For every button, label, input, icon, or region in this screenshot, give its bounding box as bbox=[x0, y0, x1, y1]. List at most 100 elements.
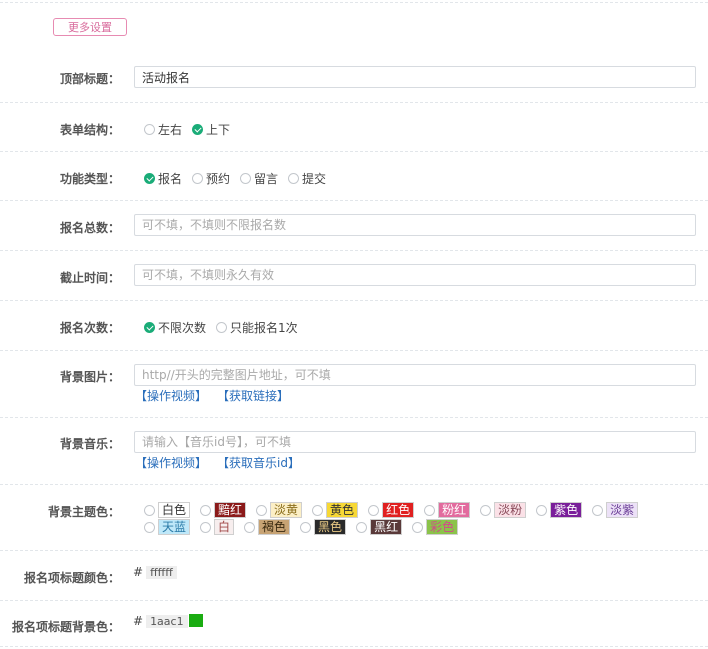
bg-image-video-link[interactable]: 【操作视频】 bbox=[135, 389, 207, 403]
theme-color-chip: 黑色 bbox=[314, 519, 347, 535]
theme-color-chip: 天蓝 bbox=[158, 519, 191, 535]
radio-unchecked-icon bbox=[200, 521, 212, 533]
theme-color-chip: 黄色 bbox=[326, 502, 359, 518]
bg-music-links: 【操作视频】 【获取音乐id】 bbox=[135, 454, 316, 471]
radio-unchecked-icon bbox=[192, 173, 204, 184]
title-color-swatch[interactable] bbox=[177, 565, 192, 578]
theme-color-option[interactable]: 黄色 bbox=[312, 502, 359, 518]
radio-unchecked-icon bbox=[592, 504, 604, 516]
row-divider bbox=[0, 2, 708, 3]
row-divider bbox=[0, 484, 708, 485]
radio-unchecked-icon bbox=[368, 504, 380, 516]
radio-unchecked-icon bbox=[244, 521, 256, 533]
theme-color-chip: 黑红 bbox=[370, 519, 403, 535]
row-divider bbox=[0, 600, 708, 601]
radio-checked-icon bbox=[144, 322, 155, 333]
function-type-label: 功能类型： bbox=[59, 172, 120, 186]
form-structure-group: 左右 上下 bbox=[144, 121, 240, 138]
theme-color-chip: 白色 bbox=[158, 502, 191, 518]
theme-color-option[interactable]: 黑红 bbox=[356, 519, 403, 535]
top-title-input[interactable] bbox=[134, 66, 696, 88]
theme-color-chip: 紫色 bbox=[550, 502, 583, 518]
title-bg-color-field[interactable]: #1aac1 bbox=[133, 614, 203, 628]
theme-color-chip: 淡粉 bbox=[494, 502, 527, 518]
bg-music-label: 背景音乐： bbox=[59, 437, 120, 451]
row-divider bbox=[0, 250, 708, 251]
radio-unchecked-icon bbox=[536, 504, 548, 516]
bg-music-video-link[interactable]: 【操作视频】 bbox=[135, 456, 207, 470]
bg-image-input[interactable] bbox=[134, 364, 696, 386]
theme-color-chip: 淡紫 bbox=[606, 502, 639, 518]
theme-color-chip: 粉红 bbox=[438, 502, 471, 518]
bg-music-get-id-link[interactable]: 【获取音乐id】 bbox=[223, 456, 300, 470]
row-divider bbox=[0, 350, 708, 351]
row-divider bbox=[0, 102, 708, 103]
radio-unchecked-icon bbox=[356, 521, 368, 533]
total-count-input[interactable] bbox=[134, 214, 696, 236]
radio-left-right[interactable]: 左右 bbox=[144, 121, 182, 138]
row-divider bbox=[0, 646, 708, 647]
row-divider bbox=[0, 550, 708, 551]
title-bg-color-label: 报名项标题背景色： bbox=[11, 620, 120, 634]
theme-color-option[interactable]: 天蓝 bbox=[144, 519, 191, 535]
theme-color-option[interactable]: 淡黄 bbox=[256, 502, 303, 518]
radio-unlimited[interactable]: 不限次数 bbox=[144, 319, 206, 336]
total-count-label: 报名总数： bbox=[59, 221, 120, 235]
form-structure-label: 表单结构： bbox=[59, 123, 120, 137]
radio-unchecked-icon bbox=[240, 173, 252, 184]
radio-unchecked-icon bbox=[300, 521, 312, 533]
theme-color-chip: 褐色 bbox=[258, 519, 291, 535]
top-title-label: 顶部标题： bbox=[59, 72, 120, 86]
radio-submit[interactable]: 提交 bbox=[288, 170, 326, 187]
hash-symbol: # bbox=[133, 614, 144, 628]
signup-times-label: 报名次数： bbox=[59, 321, 120, 335]
hash-symbol: # bbox=[133, 565, 144, 579]
bg-image-label: 背景图片： bbox=[59, 370, 120, 384]
radio-unchecked-icon bbox=[256, 504, 268, 516]
title-color-field[interactable]: # ffffff bbox=[133, 565, 192, 579]
theme-color-option[interactable]: 黯红 bbox=[200, 502, 247, 518]
radio-checked-icon bbox=[192, 124, 204, 135]
theme-color-option[interactable]: 彩色 bbox=[412, 519, 459, 535]
radio-unchecked-icon bbox=[288, 173, 300, 184]
theme-color-option[interactable]: 白色 bbox=[144, 502, 191, 518]
theme-color-chip: 白 bbox=[214, 519, 235, 535]
row-divider bbox=[0, 300, 708, 301]
more-settings-button[interactable]: 更多设置 bbox=[53, 18, 127, 36]
radio-once[interactable]: 只能报名1次 bbox=[216, 319, 298, 336]
radio-message[interactable]: 留言 bbox=[240, 170, 278, 187]
theme-color-option[interactable]: 黑色 bbox=[300, 519, 347, 535]
bg-image-get-link[interactable]: 【获取链接】 bbox=[223, 389, 289, 403]
theme-color-option[interactable]: 红色 bbox=[368, 502, 415, 518]
bg-music-input[interactable] bbox=[134, 431, 696, 453]
title-color-hex[interactable]: ffffff bbox=[146, 566, 177, 579]
radio-unchecked-icon bbox=[412, 521, 424, 533]
row-divider bbox=[0, 151, 708, 152]
radio-reserve[interactable]: 预约 bbox=[192, 170, 230, 187]
radio-unchecked-icon bbox=[144, 124, 155, 135]
theme-color-option[interactable]: 粉红 bbox=[424, 502, 471, 518]
title-bg-color-swatch[interactable] bbox=[188, 614, 203, 627]
radio-unchecked-icon bbox=[424, 504, 436, 516]
radio-signup[interactable]: 报名 bbox=[144, 170, 182, 187]
title-color-label: 报名项标题颜色： bbox=[23, 571, 120, 585]
radio-unchecked-icon bbox=[312, 504, 324, 516]
theme-color-label: 背景主题色： bbox=[47, 505, 120, 519]
theme-color-group: 白色 黯红 淡黄 黄色 红色 粉红 淡粉 紫色 淡紫天蓝 白 褐色 黑色 黑红 彩色 bbox=[144, 502, 702, 536]
deadline-label: 截止时间： bbox=[59, 271, 120, 285]
theme-color-option[interactable]: 白 bbox=[200, 519, 235, 535]
deadline-input[interactable] bbox=[134, 264, 696, 286]
theme-color-chip: 淡黄 bbox=[270, 502, 303, 518]
theme-color-option[interactable]: 淡粉 bbox=[480, 502, 527, 518]
radio-unchecked-icon bbox=[216, 322, 228, 333]
row-divider bbox=[0, 200, 708, 201]
title-bg-color-hex[interactable]: 1aac1 bbox=[146, 615, 188, 628]
theme-color-chip: 红色 bbox=[382, 502, 415, 518]
radio-top-bottom[interactable]: 上下 bbox=[192, 121, 230, 138]
theme-color-option[interactable]: 褐色 bbox=[244, 519, 291, 535]
theme-color-option[interactable]: 淡紫 bbox=[592, 502, 639, 518]
function-type-group: 报名 预约 留言 提交 bbox=[144, 170, 336, 187]
radio-unchecked-icon bbox=[480, 504, 492, 516]
theme-color-option[interactable]: 紫色 bbox=[536, 502, 583, 518]
radio-checked-icon bbox=[144, 173, 155, 184]
